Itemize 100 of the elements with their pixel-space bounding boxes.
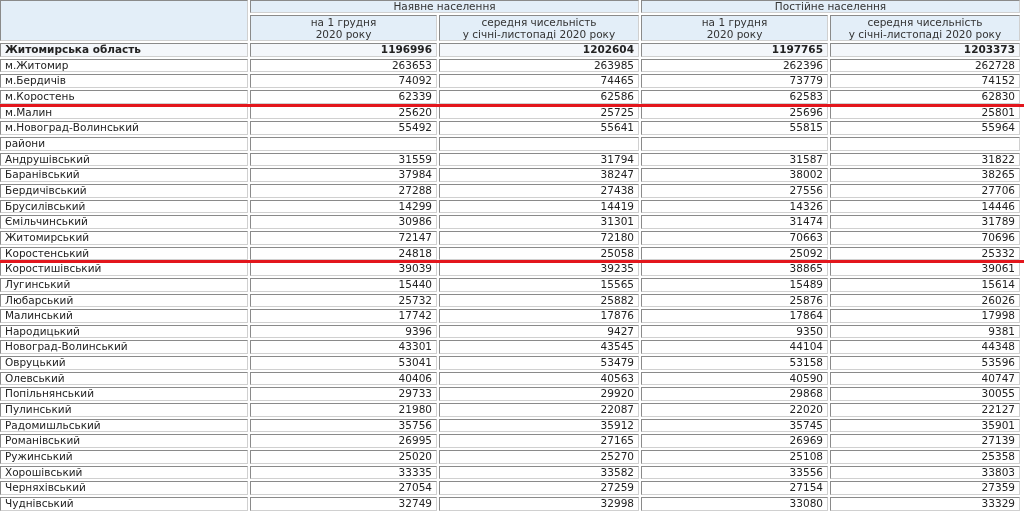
row-label: Коростенський bbox=[0, 246, 248, 261]
row-label: Житомирський bbox=[0, 230, 248, 245]
table-cell: 74092 bbox=[250, 74, 437, 88]
column-header: середня чисельність у січні-листопаді 2020 року bbox=[439, 15, 639, 41]
table-cell: 14326 bbox=[641, 199, 828, 214]
table-cell: 263985 bbox=[439, 58, 639, 73]
row-label: м.Житомир bbox=[0, 58, 248, 73]
table-cell: 40590 bbox=[641, 371, 828, 386]
table-cell: 62583 bbox=[641, 89, 828, 104]
table-cell: 9350 bbox=[641, 324, 828, 339]
section-label: райони bbox=[0, 136, 248, 151]
table-cell: 31789 bbox=[830, 215, 1020, 229]
table-cell: 31559 bbox=[250, 152, 437, 167]
table-cell: 9427 bbox=[439, 324, 639, 339]
table-cell: 53041 bbox=[250, 356, 437, 370]
row-label: Лугинський bbox=[0, 277, 248, 292]
table-cell: 55492 bbox=[250, 121, 437, 135]
table-cell: 30055 bbox=[830, 387, 1020, 402]
table-cell: 25332 bbox=[830, 246, 1020, 261]
table-cell: 25108 bbox=[641, 450, 828, 464]
table-cell: 37984 bbox=[250, 168, 437, 182]
table-cell: 26026 bbox=[830, 293, 1020, 308]
row-label: Любарський bbox=[0, 293, 248, 308]
table-cell: 15565 bbox=[439, 277, 639, 292]
table-cell: 25058 bbox=[439, 246, 639, 261]
table-cell: 27438 bbox=[439, 183, 639, 198]
table-cell: 27288 bbox=[250, 183, 437, 198]
table-cell: 43545 bbox=[439, 340, 639, 355]
row-label: Олевський bbox=[0, 371, 248, 386]
table-cell: 38265 bbox=[830, 168, 1020, 182]
row-label: Бердичівський bbox=[0, 183, 248, 198]
table-cell: 14446 bbox=[830, 199, 1020, 214]
column-header: на 1 грудня 2020 року bbox=[641, 15, 828, 41]
table-cell: 53479 bbox=[439, 356, 639, 370]
row-label: Попільнянський bbox=[0, 387, 248, 402]
table-cell: 33080 bbox=[641, 497, 828, 511]
table-cell: 31587 bbox=[641, 152, 828, 167]
table-cell: 44348 bbox=[830, 340, 1020, 355]
row-label: Радомишльський bbox=[0, 418, 248, 433]
table-cell: 27154 bbox=[641, 481, 828, 496]
row-label: м.Бердичів bbox=[0, 74, 248, 88]
row-label: Хорошівський bbox=[0, 465, 248, 480]
row-label: Народицький bbox=[0, 324, 248, 339]
table-cell: 40563 bbox=[439, 371, 639, 386]
table-cell: 53596 bbox=[830, 356, 1020, 370]
table-cell: 25092 bbox=[641, 246, 828, 261]
table-cell: 31301 bbox=[439, 215, 639, 229]
row-label: Пулинський bbox=[0, 403, 248, 417]
table-cell: 74465 bbox=[439, 74, 639, 88]
table-cell: 43301 bbox=[250, 340, 437, 355]
table-cell: 53158 bbox=[641, 356, 828, 370]
table-cell: 38247 bbox=[439, 168, 639, 182]
table-cell: 55964 bbox=[830, 121, 1020, 135]
table-cell: 40406 bbox=[250, 371, 437, 386]
table-cell: 1203373 bbox=[830, 43, 1020, 57]
group-header: Постійне населення bbox=[641, 0, 1020, 13]
row-label: Ружинський bbox=[0, 450, 248, 464]
table-cell: 70663 bbox=[641, 230, 828, 245]
row-label: Малинський bbox=[0, 309, 248, 323]
table-cell: 27165 bbox=[439, 434, 639, 449]
table-cell: 62830 bbox=[830, 89, 1020, 104]
table-cell: 14419 bbox=[439, 199, 639, 214]
table-cell: 35756 bbox=[250, 418, 437, 433]
table-cell: 33556 bbox=[641, 465, 828, 480]
row-label: м.Новоград-Волинський bbox=[0, 121, 248, 135]
table-cell: 25020 bbox=[250, 450, 437, 464]
table-cell: 70696 bbox=[830, 230, 1020, 245]
row-label: Чуднівський bbox=[0, 497, 248, 511]
table-cell: 1196996 bbox=[250, 43, 437, 57]
table-cell: 1197765 bbox=[641, 43, 828, 57]
table-cell: 72147 bbox=[250, 230, 437, 245]
table-cell: 62339 bbox=[250, 89, 437, 104]
table-cell: 14299 bbox=[250, 199, 437, 214]
row-label: Баранівський bbox=[0, 168, 248, 182]
table-cell: 55815 bbox=[641, 121, 828, 135]
row-label: м.Коростень bbox=[0, 89, 248, 104]
table-cell: 29868 bbox=[641, 387, 828, 402]
table-cell: 15489 bbox=[641, 277, 828, 292]
table-cell: 31474 bbox=[641, 215, 828, 229]
table-cell: 27706 bbox=[830, 183, 1020, 198]
table-cell: 17876 bbox=[439, 309, 639, 323]
column-header: середня чисельність у січні-листопаді 2020 року bbox=[830, 15, 1020, 41]
table-cell: 26969 bbox=[641, 434, 828, 449]
table-cell: 22127 bbox=[830, 403, 1020, 417]
row-label: Андрушівський bbox=[0, 152, 248, 167]
table-cell: 9396 bbox=[250, 324, 437, 339]
table-cell: 25732 bbox=[250, 293, 437, 308]
row-label: Романівський bbox=[0, 434, 248, 449]
table-cell: 33335 bbox=[250, 465, 437, 480]
table-cell: 25882 bbox=[439, 293, 639, 308]
table-cell: 17998 bbox=[830, 309, 1020, 323]
row-label: Черняхівський bbox=[0, 481, 248, 496]
table-cell: 1202604 bbox=[439, 43, 639, 57]
table-cell: 30986 bbox=[250, 215, 437, 229]
table-cell: 22087 bbox=[439, 403, 639, 417]
table-cell: 26995 bbox=[250, 434, 437, 449]
table-cell: 262396 bbox=[641, 58, 828, 73]
table-cell: 72180 bbox=[439, 230, 639, 245]
row-label: Овруцький bbox=[0, 356, 248, 370]
table-cell: 27556 bbox=[641, 183, 828, 198]
